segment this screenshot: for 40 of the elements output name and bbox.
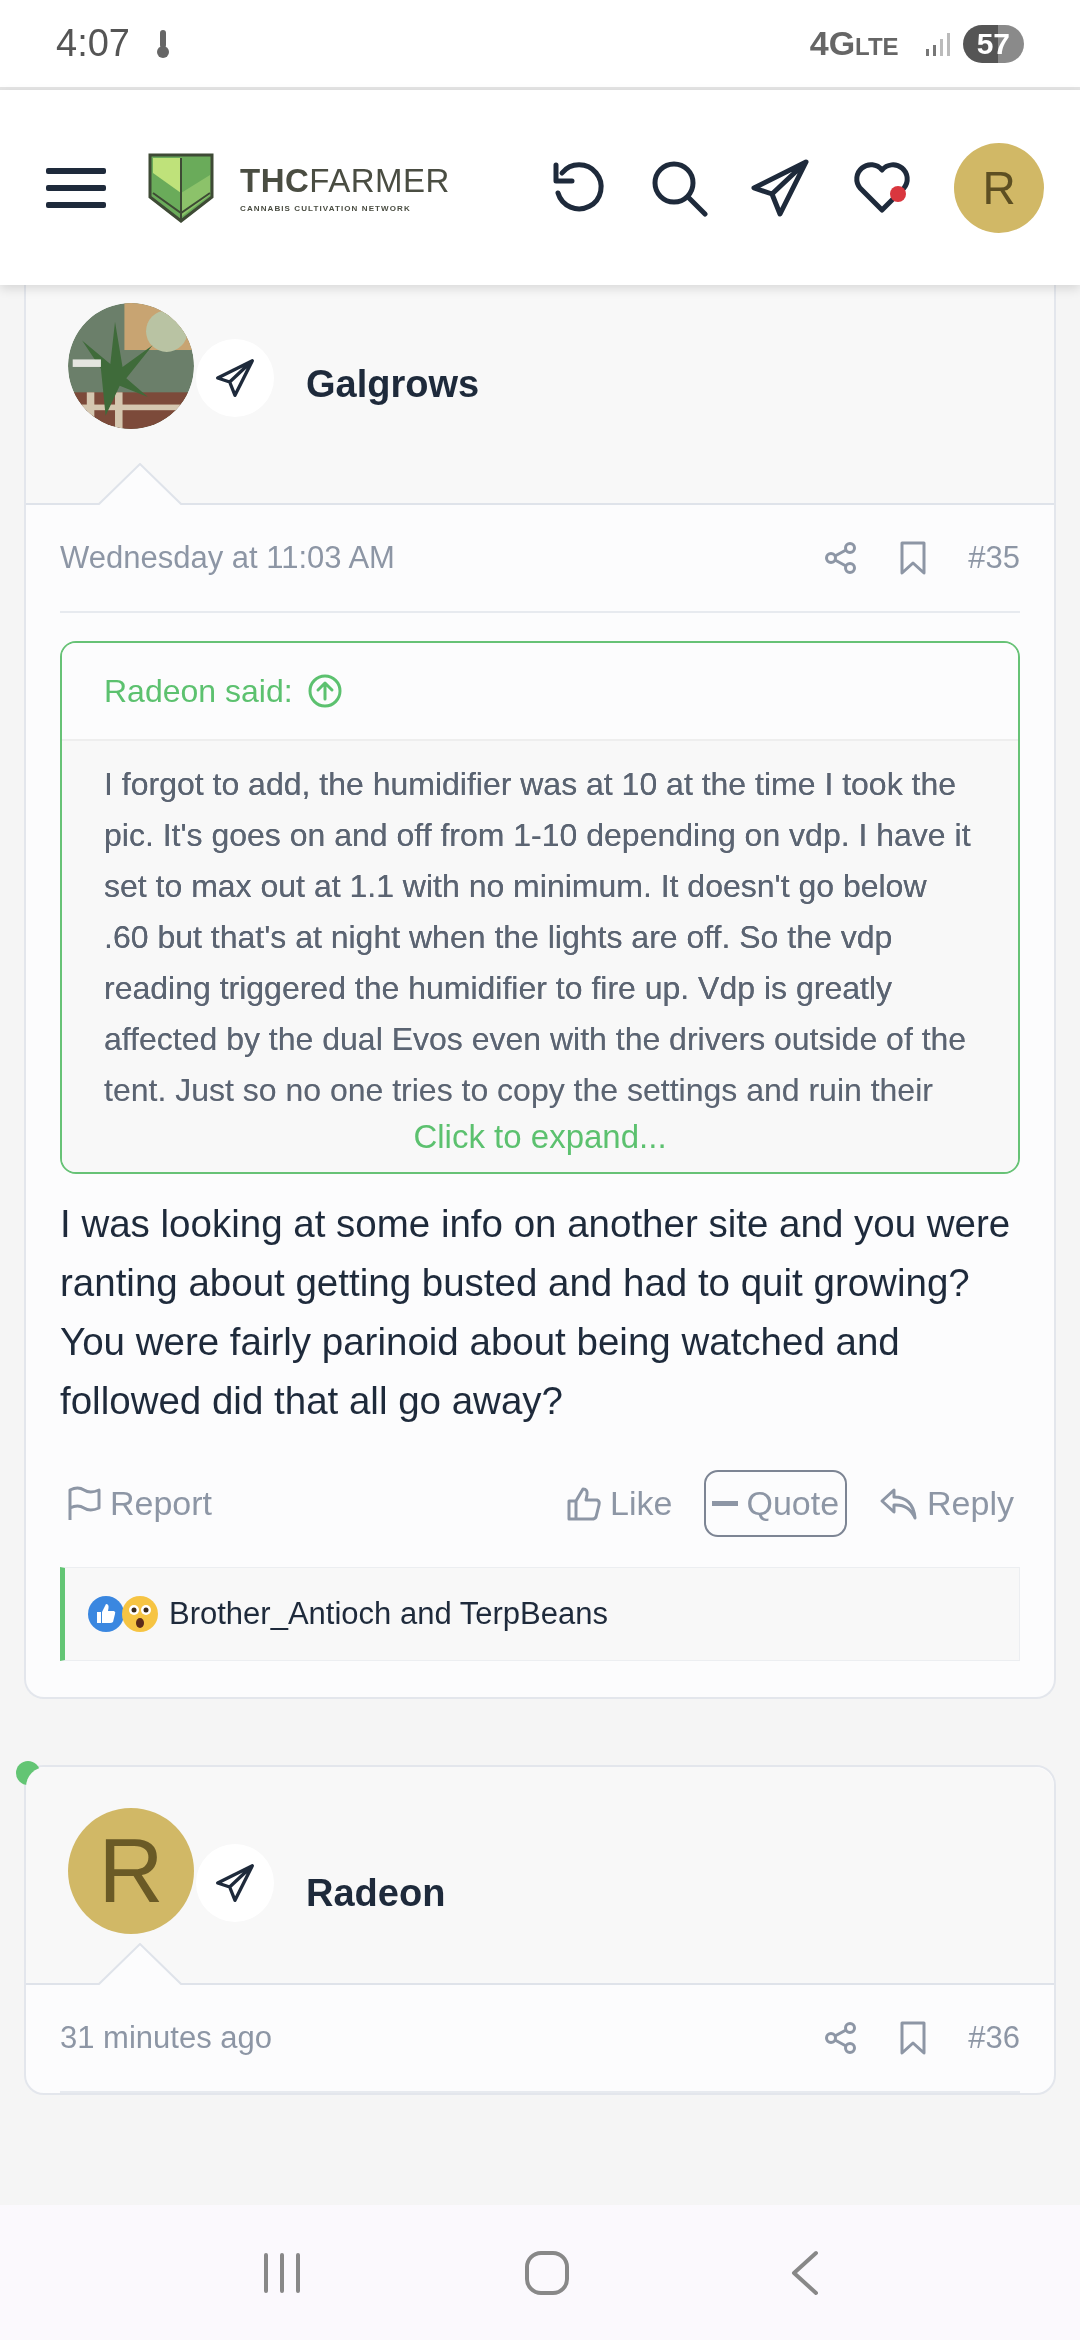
reactions-bar[interactable]: Brother_Antioch and TerpBeans [60, 1567, 1020, 1661]
shield-logo-icon[interactable] [148, 152, 214, 223]
post-number[interactable]: #36 [968, 2020, 1020, 2056]
back-icon[interactable] [790, 2249, 820, 2296]
network-label: 4GLTE [809, 24, 899, 63]
user-avatar[interactable]: R [954, 142, 1044, 233]
quote-author[interactable]: Radeon said: [104, 672, 293, 710]
author-name[interactable]: Radeon [306, 1871, 446, 1915]
flag-icon [66, 1485, 102, 1522]
thumbs-up-reaction-icon [87, 1595, 125, 1633]
author-name[interactable]: Galgrows [306, 363, 480, 406]
home-icon[interactable] [524, 2249, 570, 2296]
action-button[interactable]: Like [560, 1470, 679, 1537]
paper-plane-icon [215, 1863, 255, 1903]
surprised-face-icon [121, 1595, 159, 1633]
bookmark-icon[interactable] [898, 2020, 929, 2056]
bookmark-icon[interactable] [898, 540, 929, 576]
paper-plane-icon [215, 358, 255, 398]
post-number[interactable]: #35 [968, 540, 1020, 576]
signal-icon [924, 30, 951, 57]
thumbs-up-icon [566, 1485, 603, 1522]
share-icon[interactable] [824, 541, 859, 575]
expand-link[interactable]: Click to expand... [413, 1118, 667, 1156]
battery-indicator: 57 [962, 24, 1024, 63]
logo-tagline: CANNABIS CULTIVATION NETWORK [240, 204, 412, 213]
paper-plane-icon[interactable] [750, 157, 810, 218]
post-date[interactable]: 31 minutes ago [60, 2020, 272, 2056]
status-time: 4:07 [56, 22, 130, 65]
logo-wordmark[interactable]: THCFARMER [240, 162, 450, 200]
post-date[interactable]: Wednesday at 11:03 AM [60, 540, 395, 576]
share-icon[interactable] [824, 2021, 859, 2055]
action-button[interactable]: Report [60, 1470, 219, 1537]
reaction-users[interactable]: Brother_Antioch and TerpBeans [169, 1596, 608, 1632]
action-button[interactable]: Quote [704, 1470, 848, 1537]
action-button[interactable]: Reply [873, 1470, 1020, 1537]
heart-icon[interactable] [852, 159, 912, 216]
post-text: I was looking at some info on another site and you were ranting about getting busted and had to quit growing? You were fairly parinoid about being watched and followed did that all go away? [60, 1201, 1012, 1424]
minus-icon [712, 1501, 739, 1506]
user-avatar[interactable]: R [68, 1808, 194, 1934]
thermometer-icon [155, 28, 170, 59]
